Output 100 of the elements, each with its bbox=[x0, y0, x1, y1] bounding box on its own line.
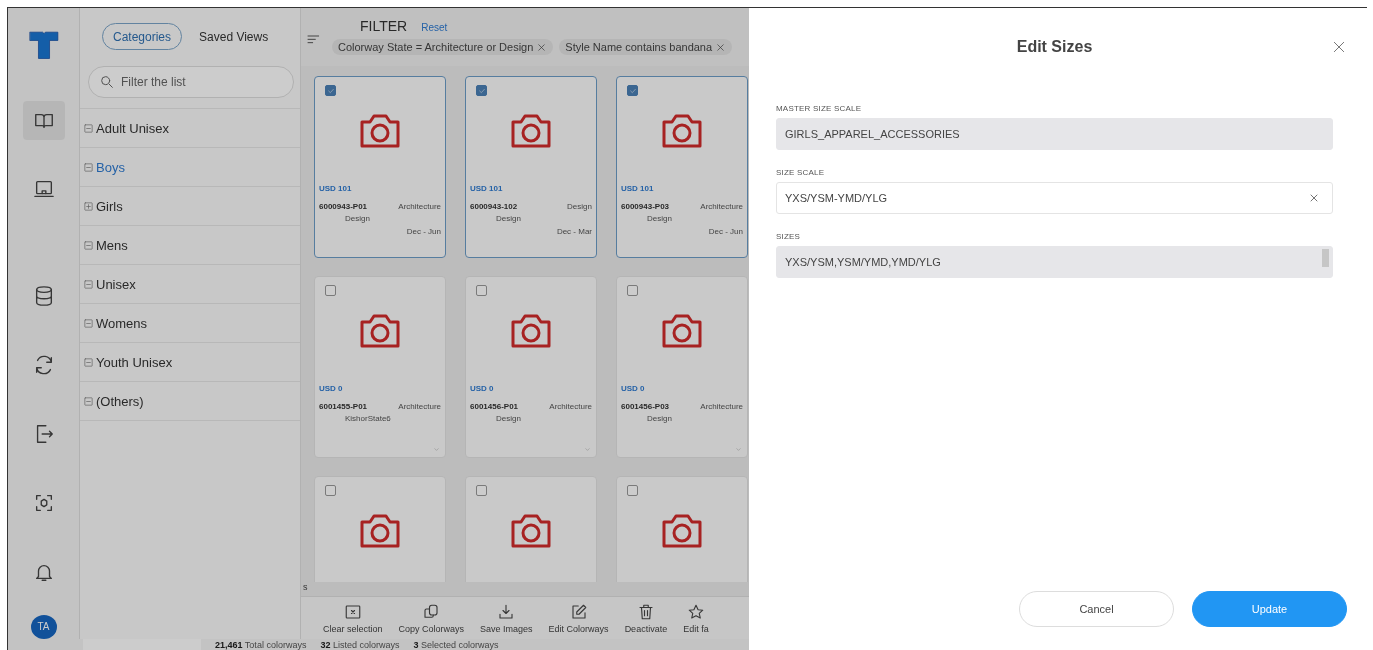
date-range: Dec - Jun bbox=[708, 227, 743, 236]
checkbox[interactable] bbox=[476, 285, 487, 296]
checkbox[interactable] bbox=[627, 85, 638, 96]
checkbox[interactable] bbox=[325, 485, 336, 496]
colorway-code: 6001456-P03 bbox=[621, 402, 670, 411]
close-icon bbox=[1308, 192, 1320, 204]
collapse-icon bbox=[83, 161, 94, 173]
caret-icon bbox=[433, 446, 440, 453]
category-item[interactable]: Unisex bbox=[96, 276, 136, 292]
price-text: USD 0 bbox=[470, 384, 495, 393]
reset-link[interactable]: Reset bbox=[421, 22, 448, 33]
drawer-title: Edit Sizes bbox=[1016, 38, 1093, 56]
close-icon bbox=[536, 41, 548, 53]
state-text: Architecture bbox=[700, 202, 743, 211]
close-icon bbox=[1331, 39, 1347, 55]
count-text: 32 Listed colorways bbox=[320, 640, 400, 650]
clear-button[interactable] bbox=[1308, 192, 1320, 204]
panel-tab[interactable]: Saved Views bbox=[188, 23, 280, 50]
state-text: Architecture bbox=[549, 402, 592, 411]
cancel-button[interactable]: Cancel bbox=[1019, 591, 1174, 627]
checkbox[interactable] bbox=[325, 85, 336, 96]
date-range: Dec - Mar bbox=[556, 227, 592, 236]
filter-chip[interactable]: Colorway State = Architecture or Design bbox=[332, 39, 554, 55]
close-icon bbox=[715, 41, 727, 53]
checkbox[interactable] bbox=[325, 285, 336, 296]
colorway-card[interactable]: USD 101 6000943-102 Design Design Dec - Mar bbox=[465, 76, 597, 258]
colorway-card[interactable]: USD 0 6001456-P01 Architecture Design bbox=[465, 276, 597, 458]
check-icon bbox=[326, 86, 335, 95]
copy-icon bbox=[422, 603, 441, 621]
category-item[interactable]: Boys bbox=[96, 159, 125, 175]
colorway-card[interactable]: USD 101 6000943-P03 Architecture Design Dec - Jun bbox=[616, 76, 748, 258]
category-item[interactable]: Youth Unisex bbox=[96, 354, 173, 370]
edit-icon bbox=[569, 603, 588, 621]
collapse-icon bbox=[83, 317, 94, 329]
colorway-card[interactable]: USD 0 6001456-P03 Architecture Design bbox=[616, 276, 748, 458]
filter-title: FILTER bbox=[360, 18, 408, 34]
state-text: Architecture bbox=[398, 202, 441, 211]
state-text: Design bbox=[567, 202, 592, 211]
check-icon bbox=[477, 86, 486, 95]
detail-text: Design bbox=[495, 214, 522, 223]
colorway-code: 6000943-P01 bbox=[319, 202, 368, 211]
category-item[interactable]: Mens bbox=[96, 237, 128, 253]
collapse-icon bbox=[83, 395, 94, 407]
action-button[interactable]: Deactivate bbox=[616, 597, 676, 639]
search-input[interactable]: Filter the list bbox=[121, 67, 283, 97]
star-icon bbox=[686, 603, 705, 621]
colorway-card[interactable]: USD 101 6000943-P01 Architecture Design Dec - Jun bbox=[314, 76, 446, 258]
detail-text: KishorState6 bbox=[344, 414, 392, 423]
colorway-code: 6001456-P01 bbox=[470, 402, 519, 411]
filter-chip[interactable]: Style Name contains bandana bbox=[559, 39, 733, 55]
detail-text: Design bbox=[646, 214, 673, 223]
collapse-icon bbox=[83, 356, 94, 368]
category-item[interactable]: Girls bbox=[96, 198, 123, 214]
nav-item[interactable] bbox=[22, 101, 65, 141]
date-range: Dec - Jun bbox=[406, 227, 441, 236]
checkbox[interactable] bbox=[627, 485, 638, 496]
check-icon bbox=[628, 86, 637, 95]
checkbox[interactable] bbox=[476, 85, 487, 96]
detail-text: Design bbox=[646, 414, 673, 423]
detail-text: Design bbox=[344, 214, 371, 223]
collapse-icon bbox=[83, 278, 94, 290]
checkbox[interactable] bbox=[627, 285, 638, 296]
count-text: 21,461 Total colorways bbox=[215, 640, 307, 650]
download-icon bbox=[497, 603, 516, 621]
scrollbar[interactable] bbox=[1322, 249, 1329, 267]
collapse-icon bbox=[83, 122, 94, 134]
state-text: Architecture bbox=[398, 402, 441, 411]
colorway-code: 6001455-P01 bbox=[319, 402, 368, 411]
price-text: USD 101 bbox=[621, 184, 655, 193]
collapse-icon bbox=[83, 239, 94, 251]
colorway-code: 6000943-102 bbox=[470, 202, 518, 211]
expand-icon bbox=[83, 200, 94, 212]
search-field[interactable]: Filter the list bbox=[88, 66, 294, 98]
detail-text: Design bbox=[495, 414, 522, 423]
price-text: USD 101 bbox=[470, 184, 504, 193]
state-text: Architecture bbox=[700, 402, 743, 411]
field-label: MASTER SIZE SCALE bbox=[776, 104, 863, 113]
clear-icon bbox=[343, 603, 362, 621]
category-item[interactable]: Adult Unisex bbox=[96, 120, 169, 136]
count-text: 3 Selected colorways bbox=[413, 640, 499, 650]
category-item[interactable]: Womens bbox=[96, 315, 148, 331]
close-button[interactable] bbox=[1331, 39, 1347, 55]
price-text: USD 0 bbox=[621, 384, 646, 393]
colorway-card[interactable]: USD 0 6001455-P01 Architecture KishorState6 bbox=[314, 276, 446, 458]
field-label: SIZE SCALE bbox=[776, 168, 826, 177]
price-text: USD 0 bbox=[319, 384, 344, 393]
colorway-code: 6000943-P03 bbox=[621, 202, 670, 211]
caret-icon bbox=[584, 446, 591, 453]
search-icon bbox=[99, 74, 115, 90]
action-button[interactable]: Save Images bbox=[472, 597, 541, 639]
category-item[interactable]: (Others) bbox=[96, 393, 144, 409]
trash-icon bbox=[636, 603, 655, 621]
field-label: SIZES bbox=[776, 232, 802, 241]
price-text: USD 101 bbox=[319, 184, 353, 193]
action-button[interactable]: Copy Colorways bbox=[390, 597, 473, 639]
action-button[interactable]: Clear selection bbox=[315, 597, 391, 639]
action-button[interactable]: Edit fa bbox=[675, 597, 717, 639]
avatar[interactable]: TA bbox=[30, 614, 57, 639]
checkbox[interactable] bbox=[476, 485, 487, 496]
action-button[interactable]: Edit Colorways bbox=[540, 597, 617, 639]
